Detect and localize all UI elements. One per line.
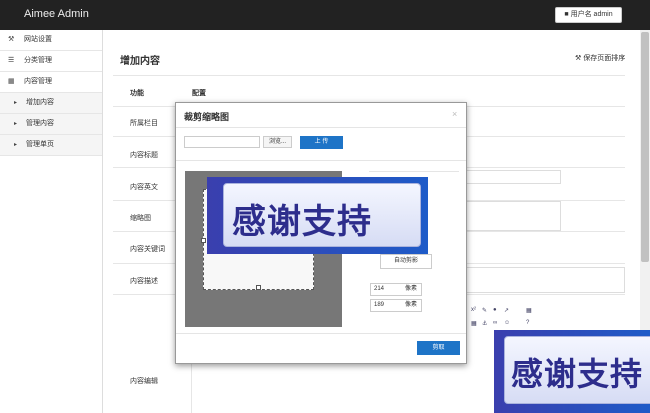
brush-icon[interactable]: ● bbox=[493, 307, 499, 313]
crop-width-value: 214 bbox=[374, 286, 385, 292]
top-navbar: Aimee Admin ■ 用户名 admin bbox=[0, 0, 650, 30]
save-sort-label: 保存页面排序 bbox=[583, 55, 626, 62]
save-sort-link[interactable]: ⚒ 保存页面排序 bbox=[575, 53, 625, 63]
crop-handle[interactable] bbox=[201, 238, 206, 243]
user-menu-button[interactable]: ■ 用户名 admin bbox=[555, 7, 622, 23]
superscript-icon[interactable]: x² bbox=[471, 307, 477, 313]
close-icon[interactable]: × bbox=[452, 109, 457, 119]
sidebar-subitem-manage-page[interactable]: ▸ 管理单页 bbox=[0, 135, 102, 156]
row-label-keywords: 内容关键词 bbox=[130, 246, 165, 253]
sidebar-subitem-label: 增加内容 bbox=[26, 99, 54, 106]
sidebar-subitem-manage-content[interactable]: ▸ 管理内容 bbox=[0, 114, 102, 135]
thanks-banner-inner: 感谢支持 bbox=[223, 183, 421, 247]
list-icon: ☰ bbox=[8, 57, 15, 64]
sidebar-subitem-add-content[interactable]: ▸ 增加内容 bbox=[0, 93, 102, 114]
dialog-divider bbox=[176, 160, 466, 161]
sidebar-item-category[interactable]: ☰ 分类管理 bbox=[0, 51, 102, 72]
sidebar: ⚒ 网站设置 ☰ 分类管理 ▦ 内容管理 ▸ 增加内容 ▸ 管理内容 ▸ 管理单… bbox=[0, 30, 103, 413]
cut-button[interactable]: 剪取 bbox=[417, 341, 460, 355]
crop-height-value: 189 bbox=[374, 302, 385, 308]
row-label-title: 内容标题 bbox=[130, 152, 158, 159]
sidebar-subitem-label: 管理单页 bbox=[26, 141, 54, 148]
page-title: 增加内容 bbox=[120, 56, 160, 67]
folder-icon: ▦ bbox=[8, 78, 15, 85]
column-header-function: 功能 bbox=[130, 90, 144, 97]
crop-height-unit: 像素 bbox=[405, 302, 418, 308]
crop-width-unit: 像素 bbox=[405, 286, 418, 292]
thanks-banner-corner-inner: 感谢支持 bbox=[504, 336, 650, 404]
file-path-input[interactable] bbox=[184, 136, 260, 148]
thanks-banner-corner-text: 感谢支持 bbox=[511, 355, 644, 393]
crop-width-field[interactable]: 214 像素 bbox=[370, 283, 422, 296]
clear-format-icon[interactable]: ✎ bbox=[482, 307, 488, 314]
source-icon[interactable]: ▦ bbox=[526, 307, 532, 314]
sidebar-item-content[interactable]: ▦ 内容管理 bbox=[0, 72, 102, 93]
row-label-category: 所属栏目 bbox=[130, 120, 158, 127]
sidebar-item-site-settings[interactable]: ⚒ 网站设置 bbox=[0, 30, 102, 51]
row-label-thumbnail: 缩略图 bbox=[130, 215, 151, 222]
sidebar-item-label: 内容管理 bbox=[24, 78, 52, 85]
browse-button[interactable]: 浏览... bbox=[263, 136, 292, 148]
thanks-banner-text: 感谢支持 bbox=[232, 202, 372, 242]
link-icon[interactable]: ∞ bbox=[493, 320, 499, 326]
app-brand[interactable]: Aimee Admin bbox=[24, 8, 89, 20]
crop-height-field[interactable]: 189 像素 bbox=[370, 299, 422, 312]
row-label-english: 内容英文 bbox=[130, 184, 158, 191]
wrench-icon: ⚒ bbox=[8, 36, 15, 43]
row-label-description: 内容描述 bbox=[130, 278, 158, 285]
preview-divider bbox=[369, 171, 459, 172]
caret-right-icon: ▸ bbox=[14, 142, 18, 148]
divider bbox=[113, 75, 625, 76]
thanks-banner: 感谢支持 bbox=[207, 177, 428, 254]
dialog-title: 裁剪缩略图 bbox=[184, 112, 230, 122]
table-icon[interactable]: ▦ bbox=[471, 320, 477, 327]
row-label-editor: 内容编辑 bbox=[130, 378, 158, 385]
editor-toolbar: x² ✎ ● ↗ ▦ ▦ ⚓ ∞ ☺ ? bbox=[467, 305, 553, 331]
dialog-header-divider bbox=[176, 127, 466, 128]
user-label: 用户名 admin bbox=[570, 11, 613, 18]
sidebar-item-label: 网站设置 bbox=[24, 36, 52, 43]
column-header-config: 配置 bbox=[192, 90, 206, 97]
caret-right-icon: ▸ bbox=[14, 100, 18, 106]
sidebar-item-label: 分类管理 bbox=[24, 57, 52, 64]
upload-button[interactable]: 上 传 bbox=[300, 136, 343, 149]
user-icon: ■ bbox=[564, 11, 569, 18]
emoticon-icon[interactable]: ☺ bbox=[504, 320, 510, 326]
dialog-footer-divider bbox=[176, 333, 466, 334]
page-scrollbar-thumb[interactable] bbox=[641, 32, 649, 262]
crop-handle[interactable] bbox=[256, 285, 261, 290]
thanks-banner-corner: 感谢支持 bbox=[494, 330, 650, 413]
help-icon[interactable]: ? bbox=[526, 320, 532, 326]
anchor-icon[interactable]: ⚓ bbox=[482, 320, 488, 327]
auto-crop-button[interactable]: 自动剪影 bbox=[380, 254, 432, 269]
sidebar-subitem-label: 管理内容 bbox=[26, 120, 54, 127]
cursor-icon[interactable]: ↗ bbox=[504, 307, 510, 314]
caret-right-icon: ▸ bbox=[14, 121, 18, 127]
